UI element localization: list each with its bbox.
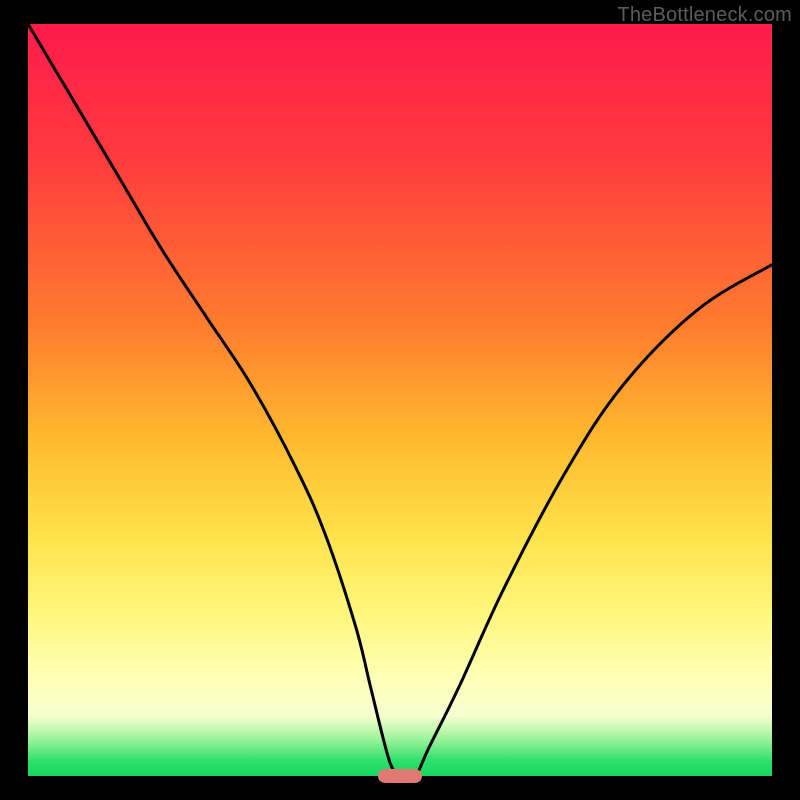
chart-plot-area: [28, 24, 772, 776]
zero-bottleneck-marker: [378, 769, 422, 783]
curve-path: [28, 24, 772, 779]
bottleneck-curve: [28, 24, 772, 776]
chart-frame: TheBottleneck.com: [0, 0, 800, 800]
watermark-text: TheBottleneck.com: [617, 4, 792, 27]
